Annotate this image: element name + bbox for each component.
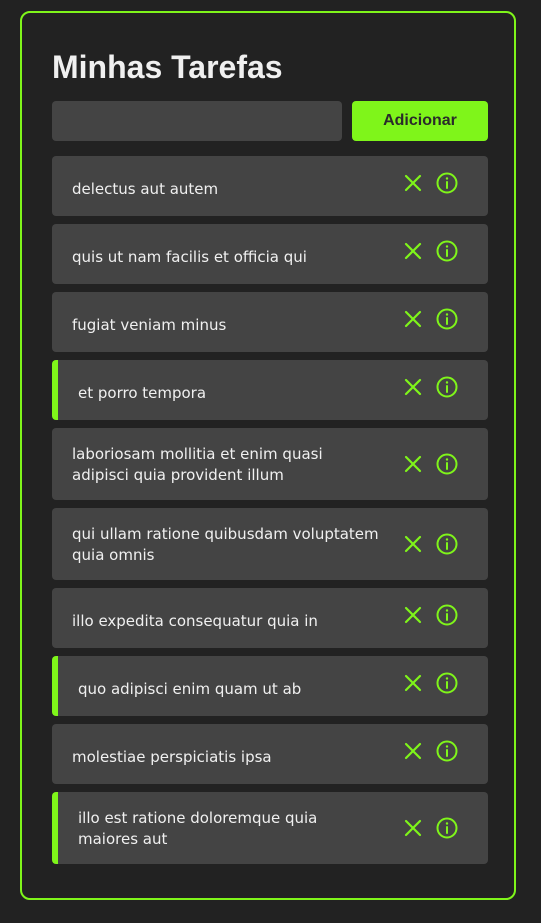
close-icon xyxy=(404,742,422,759)
info-icon xyxy=(436,740,458,761)
task-title[interactable]: qui ullam ratione quibusdam voluptatem q… xyxy=(72,524,402,566)
info-icon xyxy=(436,376,458,397)
remove-task-button[interactable] xyxy=(402,308,424,330)
info-icon xyxy=(436,672,458,693)
info-icon xyxy=(436,453,458,475)
task-details-button[interactable] xyxy=(436,240,458,262)
task-item: fugiat veniam minus xyxy=(52,292,488,352)
close-icon xyxy=(404,378,422,395)
close-icon xyxy=(404,606,422,623)
info-icon xyxy=(436,533,458,555)
task-details-button[interactable] xyxy=(436,740,458,762)
info-icon xyxy=(436,240,458,261)
task-actions xyxy=(402,308,482,330)
task-item: illo expedita consequatur quia in xyxy=(52,588,488,648)
close-icon xyxy=(404,535,422,553)
remove-task-button[interactable] xyxy=(402,672,424,694)
task-title[interactable]: illo est ratione doloremque quia maiores… xyxy=(78,808,402,850)
task-actions xyxy=(402,817,482,839)
task-actions xyxy=(402,740,482,762)
close-icon xyxy=(404,242,422,259)
task-details-button[interactable] xyxy=(436,604,458,626)
close-icon xyxy=(404,674,422,691)
task-actions xyxy=(402,604,482,626)
close-icon xyxy=(404,455,422,473)
add-task-button[interactable]: Adicionar xyxy=(352,101,488,141)
task-actions xyxy=(402,533,482,555)
task-details-button[interactable] xyxy=(436,376,458,398)
task-item: quo adipisci enim quam ut ab xyxy=(52,656,488,716)
remove-task-button[interactable] xyxy=(402,740,424,762)
info-icon xyxy=(436,172,458,193)
task-title[interactable]: delectus aut autem xyxy=(72,179,402,200)
close-icon xyxy=(404,819,422,837)
task-actions xyxy=(402,240,482,262)
task-title[interactable]: laboriosam mollitia et enim quasi adipis… xyxy=(72,444,402,486)
task-item: molestiae perspiciatis ipsa xyxy=(52,724,488,784)
task-title[interactable]: et porro tempora xyxy=(78,383,402,404)
task-details-button[interactable] xyxy=(436,172,458,194)
task-title[interactable]: quis ut nam facilis et officia qui xyxy=(72,247,402,268)
task-details-button[interactable] xyxy=(436,672,458,694)
task-list: delectus aut autem quis ut nam facilis e… xyxy=(52,156,488,872)
close-icon xyxy=(404,310,422,327)
info-icon xyxy=(436,308,458,329)
task-item: illo est ratione doloremque quia maiores… xyxy=(52,792,488,864)
info-icon xyxy=(436,604,458,625)
remove-task-button[interactable] xyxy=(402,453,424,475)
task-item: delectus aut autem xyxy=(52,156,488,216)
remove-task-button[interactable] xyxy=(402,533,424,555)
task-panel: Minhas Tarefas Adicionar delectus aut au… xyxy=(20,11,516,900)
task-actions xyxy=(402,172,482,194)
task-details-button[interactable] xyxy=(436,308,458,330)
info-icon xyxy=(436,817,458,839)
new-task-input[interactable] xyxy=(52,101,342,141)
task-item: quis ut nam facilis et officia qui xyxy=(52,224,488,284)
task-details-button[interactable] xyxy=(436,817,458,839)
task-item: laboriosam mollitia et enim quasi adipis… xyxy=(52,428,488,500)
task-details-button[interactable] xyxy=(436,533,458,555)
remove-task-button[interactable] xyxy=(402,376,424,398)
close-icon xyxy=(404,174,422,191)
task-details-button[interactable] xyxy=(436,453,458,475)
task-actions xyxy=(402,453,482,475)
task-title[interactable]: quo adipisci enim quam ut ab xyxy=(78,679,402,700)
task-title[interactable]: molestiae perspiciatis ipsa xyxy=(72,747,402,768)
remove-task-button[interactable] xyxy=(402,240,424,262)
task-item: qui ullam ratione quibusdam voluptatem q… xyxy=(52,508,488,580)
remove-task-button[interactable] xyxy=(402,172,424,194)
task-actions xyxy=(402,376,482,398)
task-title[interactable]: fugiat veniam minus xyxy=(72,315,402,336)
task-item: et porro tempora xyxy=(52,360,488,420)
remove-task-button[interactable] xyxy=(402,817,424,839)
task-title[interactable]: illo expedita consequatur quia in xyxy=(72,611,402,632)
remove-task-button[interactable] xyxy=(402,604,424,626)
page-title: Minhas Tarefas xyxy=(52,49,283,85)
task-actions xyxy=(402,672,482,694)
